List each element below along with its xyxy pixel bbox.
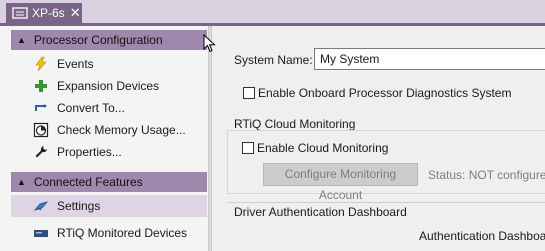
group-connected-features[interactable]: ▲ Connected Features [11,172,207,192]
enable-cloud-label[interactable]: Enable Cloud Monitoring [257,141,388,155]
convert-icon [35,104,47,111]
sidebar-item-label: Expansion Devices [57,79,160,93]
sidebar-item-events[interactable]: Events [11,53,207,75]
system-name-input[interactable]: My System [314,48,545,70]
sidebar-item-label: RTiQ Monitored Devices [57,226,188,240]
sidebar-item-label: Convert To... [57,101,125,115]
sidebar-item-properties[interactable]: Properties... [11,141,207,163]
status-text: Status: NOT configured [428,168,545,182]
group-title: Processor Configuration [33,33,163,47]
tab-title: XP-6s [32,6,65,20]
settings-icon [33,201,49,211]
sidebar-item-label: Events [57,57,94,71]
sidebar-item-check-memory[interactable]: Check Memory Usage... [11,119,207,141]
section-divider [227,202,545,203]
group-processor-configuration[interactable]: ▲ Processor Configuration [11,30,207,50]
driver-subtitle: Authentication Dashboard [419,229,545,243]
collapse-triangle-icon[interactable]: ▲ [17,35,26,45]
sidebar-item-label: Check Memory Usage... [57,123,186,137]
sidebar-item-settings[interactable]: Settings [11,195,207,217]
configure-monitoring-button[interactable]: Configure Monitoring Account [263,163,418,202]
plus-icon [35,80,47,92]
device-icon [34,230,48,237]
sidebar-item-label: Settings [57,199,101,213]
sidebar-item-rtiq-monitored-devices[interactable]: RTiQ Monitored Devices [11,222,207,244]
sidebar-item-expansion-devices[interactable]: Expansion Devices [11,75,207,97]
sidebar-item-convert-to[interactable]: Convert To... [11,97,207,119]
device-icon [12,7,28,19]
wrench-icon [35,146,47,158]
enable-onboard-label[interactable]: Enable Onboard Processor Diagnostics Sys… [258,86,511,100]
enable-cloud-checkbox[interactable] [242,142,254,154]
memory-icon [33,122,49,138]
lightning-icon [35,56,47,72]
mouse-cursor-icon [203,34,216,53]
close-icon[interactable]: ✕ [70,5,81,21]
sidebar-item-label: Properties... [57,145,122,159]
enable-onboard-checkbox[interactable] [243,87,255,99]
tab-strip: XP-6s ✕ [0,0,545,26]
tab-xp6s[interactable]: XP-6s ✕ [6,3,82,23]
group-title: Connected Features [33,175,143,189]
driver-section-title: Driver Authentication Dashboard [234,205,407,219]
system-name-label: System Name: [234,53,313,67]
collapse-triangle-icon[interactable]: ▲ [17,177,26,187]
cloud-section-title: RTiQ Cloud Monitoring [234,117,356,131]
